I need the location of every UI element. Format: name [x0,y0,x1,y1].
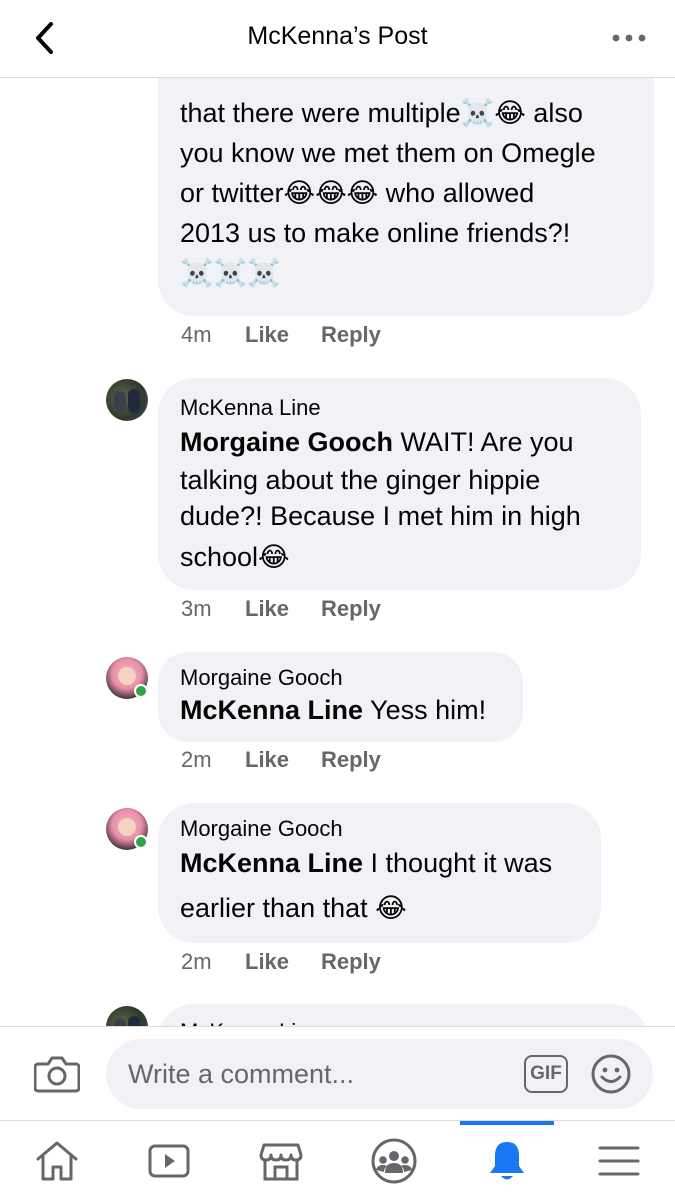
marketplace-icon [259,1143,303,1181]
avatar[interactable] [106,379,148,421]
camera-icon [33,1056,81,1093]
like-link[interactable]: Like [245,949,321,975]
comments-list: that there were multiple☠️😂 also you kno… [0,78,675,1026]
mention-tag[interactable]: McKenna Line [180,695,363,725]
comment-bubble: that there were multiple☠️😂 also you kno… [158,78,654,316]
comment-text: I thought it was [363,848,553,878]
mention-tag[interactable]: McKenna Line [180,848,363,878]
comment-timestamp: 3m [181,596,212,621]
comment-bubble: Morgaine Gooch McKenna Line I thought it… [158,803,601,943]
reply-link[interactable]: Reply [321,322,381,348]
emoji-button[interactable] [590,1053,632,1095]
comment-author[interactable]: McKenna Line [180,1018,626,1026]
reply-link[interactable]: Reply [321,747,381,773]
comment-bubble: McKenna Line Morgaine Gooch WAIT! Are yo… [158,378,641,590]
tab-watch[interactable] [114,1121,224,1200]
tab-groups[interactable] [339,1121,449,1200]
comment-text: WAIT! Are you [393,427,574,457]
comment-text-line: or twitter😂😂😂 who allowed [180,178,535,208]
tab-menu[interactable] [564,1121,674,1200]
more-options-button[interactable] [609,24,649,52]
bottom-tab-bar [0,1120,675,1200]
groups-icon [371,1138,417,1184]
comment-author[interactable]: Morgaine Gooch [180,815,579,843]
comment-text: Yess him! [363,695,487,725]
comment-text-line: earlier than that 😂 [180,893,407,923]
reply-link[interactable]: Reply [321,949,381,975]
comment-text-line: McKenna Line Yess him! [180,692,501,728]
comment-text-line: McKenna Line I thought it was [180,843,579,883]
gif-button[interactable]: GIF [524,1055,568,1093]
comment-composer: Write a comment... GIF [0,1026,675,1120]
avatar[interactable] [106,1006,148,1026]
home-icon [36,1141,78,1181]
comment-meta: 3m Like Reply [181,596,381,622]
smiley-icon [591,1054,631,1094]
comment-text-line: talking about the ginger hippie [180,465,541,495]
comment-author[interactable]: Morgaine Gooch [180,664,501,692]
camera-button[interactable] [33,1052,81,1094]
like-link[interactable]: Like [245,596,321,622]
comment-text-line: 2013 us to make online friends?! [180,218,571,248]
comment-meta: 4m Like Reply [181,322,381,348]
comment-text-line: ☠️☠️☠️ [180,258,281,288]
comment-bubble: McKenna Line [158,1004,648,1026]
comment-text-line: dude?! Because I met him in high [180,501,581,531]
reply-link[interactable]: Reply [321,596,381,622]
tab-home[interactable] [2,1121,112,1200]
bell-icon [490,1142,524,1180]
comment-bubble: Morgaine Gooch McKenna Line Yess him! [158,652,523,742]
comment-input[interactable]: Write a comment... GIF [106,1039,653,1109]
online-status-dot [134,684,148,698]
comment-text-line: school😂 [180,542,290,572]
tab-notifications[interactable] [452,1121,562,1200]
hamburger-menu-icon [598,1146,640,1176]
watch-icon [148,1144,190,1178]
comment-input-placeholder: Write a comment... [128,1059,355,1089]
mention-tag[interactable]: Morgaine Gooch [180,427,393,457]
online-status-dot [134,835,148,849]
comment-timestamp: 4m [181,322,212,347]
more-dots-icon [612,34,646,42]
comment-timestamp: 2m [181,949,212,974]
page-title: McKenna’s Post [247,22,428,50]
comment-text-line: Morgaine Gooch WAIT! Are you [180,422,619,462]
comment-timestamp: 2m [181,747,212,772]
like-link[interactable]: Like [245,747,321,773]
like-link[interactable]: Like [245,322,321,348]
tab-marketplace[interactable] [226,1121,336,1200]
comment-text-line: that there were multiple☠️😂 also [180,98,583,128]
post-header: McKenna’s Post [0,0,675,78]
comment-text-line: you know we met them on Omegle [180,138,596,168]
comment-meta: 2m Like Reply [181,747,381,773]
comment-meta: 2m Like Reply [181,949,381,975]
comment-author[interactable]: McKenna Line [180,394,619,422]
